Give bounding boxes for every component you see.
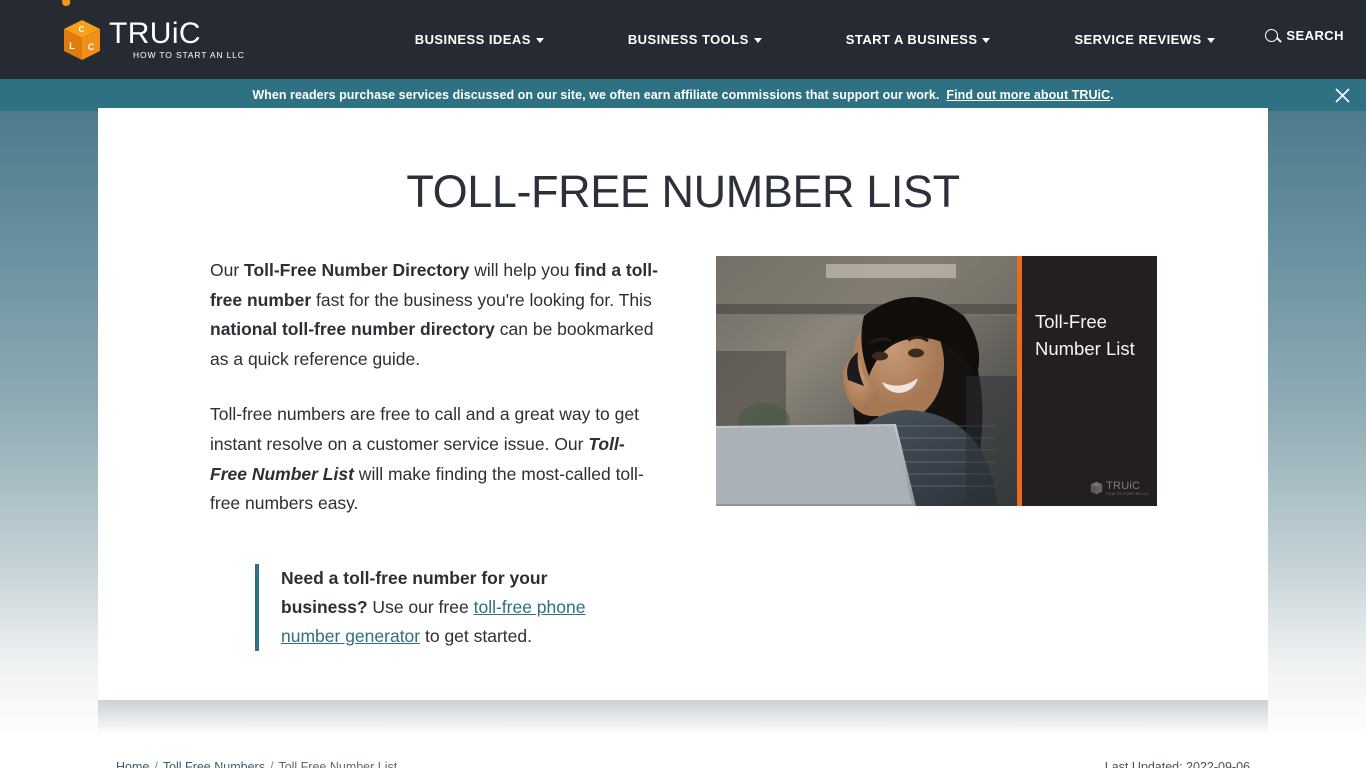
banner-message-period: . xyxy=(1110,88,1114,102)
chevron-down-icon xyxy=(1206,38,1215,43)
search-button[interactable]: SEARCH xyxy=(1265,28,1344,43)
truic-watermark: TRUiC HOW TO START AN LLC xyxy=(1090,479,1149,496)
callout-mid-text: Use our free xyxy=(367,596,474,617)
breadcrumb-card: Home / Toll Free Numbers / Toll Free Number … xyxy=(98,734,1268,768)
p1-part3: fast for the business you're looking for… xyxy=(311,289,652,310)
banner-find-out-more-link[interactable]: Find out more about TRUiC xyxy=(946,88,1110,102)
hero-dark-panel: Toll-Free Number List TRUiC HOW TO START… xyxy=(1017,256,1157,506)
svg-text:C: C xyxy=(79,25,85,34)
breadcrumb-item-home[interactable]: Home xyxy=(116,760,149,768)
close-icon xyxy=(1334,87,1350,103)
breadcrumb: Home / Toll Free Numbers / Toll Free Number … xyxy=(116,760,397,768)
p1-part1: Our xyxy=(210,260,245,280)
hero-media: Toll-Free Number List TRUiC HOW TO START… xyxy=(716,256,1157,506)
nav-item-label: BUSINESS IDEAS xyxy=(414,32,531,47)
nav-item-start-a-business[interactable]: START A BUSINESS xyxy=(846,32,991,47)
svg-text:C: C xyxy=(88,42,95,52)
card-shadow xyxy=(98,700,1268,734)
search-button-label: SEARCH xyxy=(1286,28,1344,43)
svg-text:L: L xyxy=(69,41,75,51)
watermark-tagline: HOW TO START AN LLC xyxy=(1106,491,1149,496)
search-icon xyxy=(1265,29,1279,42)
p1-bold1: Toll-Free Number Directory xyxy=(244,260,470,280)
affiliate-disclosure-banner: When readers purchase services discussed… xyxy=(0,79,1366,111)
p1-part2: will help you xyxy=(469,260,575,280)
article-content-row: Our Toll-Free Number Directory will help… xyxy=(98,256,1268,652)
hero-panel-title: Toll-Free Number List xyxy=(1022,256,1157,362)
breadcrumb-item-toll-free-numbers[interactable]: Toll Free Numbers xyxy=(163,760,265,768)
p1-bold3: national toll-free number directory xyxy=(210,319,495,340)
logo-tagline: HOW TO START AN LLC xyxy=(133,50,245,61)
banner-close-button[interactable] xyxy=(1330,83,1354,107)
top-navigation-bar: C L C TRUiC HOW TO START AN LLC BUSINESS… xyxy=(0,0,1366,79)
breadcrumb-separator: / xyxy=(269,760,274,768)
chevron-down-icon xyxy=(535,38,544,43)
hero-panel-title-line2: Number List xyxy=(1035,338,1135,359)
intro-paragraph-2: Toll-free numbers are free to call and a… xyxy=(210,400,658,518)
nav-item-label: START A BUSINESS xyxy=(845,32,978,47)
nav-item-service-reviews[interactable]: SERVICE REVIEWS xyxy=(1074,32,1215,47)
site-logo[interactable]: C L C TRUiC HOW TO START AN LLC xyxy=(61,0,245,62)
truic-cube-icon: C L C xyxy=(62,18,102,62)
article-card: TOLL-FREE NUMBER LIST Our Toll-Free Numb… xyxy=(98,108,1268,700)
flame-icon xyxy=(61,0,71,7)
p2-part1: Toll-free numbers are free to call and a… xyxy=(210,404,639,454)
watermark-cube-icon xyxy=(1090,481,1103,495)
last-updated-text: Last Updated: 2022-09-06 xyxy=(1104,760,1250,768)
hero-panel-title-line1: Toll-Free xyxy=(1035,311,1107,332)
nav-item-business-tools[interactable]: BUSINESS TOOLS xyxy=(628,32,762,47)
intro-paragraph-1: Our Toll-Free Number Directory will help… xyxy=(210,256,658,374)
chevron-down-icon xyxy=(982,38,991,43)
article-text-column: Our Toll-Free Number Directory will help… xyxy=(210,256,658,652)
chevron-down-icon xyxy=(753,38,762,43)
nav-item-business-ideas[interactable]: BUSINESS IDEAS xyxy=(415,32,544,47)
callout-tail-text: to get started. xyxy=(420,626,532,647)
watermark-wordmark: TRUiC xyxy=(1106,479,1141,492)
primary-nav-list: BUSINESS IDEAS BUSINESS TOOLS START A BU… xyxy=(415,32,1215,47)
breadcrumb-item-current: Toll Free Number List xyxy=(278,760,398,768)
page-title: TOLL-FREE NUMBER LIST xyxy=(406,166,960,217)
banner-message-text: When readers purchase services discussed… xyxy=(252,88,940,102)
logo-wordmark: TRUiC xyxy=(109,17,201,51)
breadcrumb-separator: / xyxy=(154,760,158,768)
nav-item-label: SERVICE REVIEWS xyxy=(1074,32,1202,47)
nav-item-label: BUSINESS TOOLS xyxy=(627,32,749,47)
hero-photo xyxy=(716,256,1017,506)
banner-message: When readers purchase services discussed… xyxy=(252,88,1113,102)
callout-box: Need a toll-free number for your busines… xyxy=(255,563,600,652)
